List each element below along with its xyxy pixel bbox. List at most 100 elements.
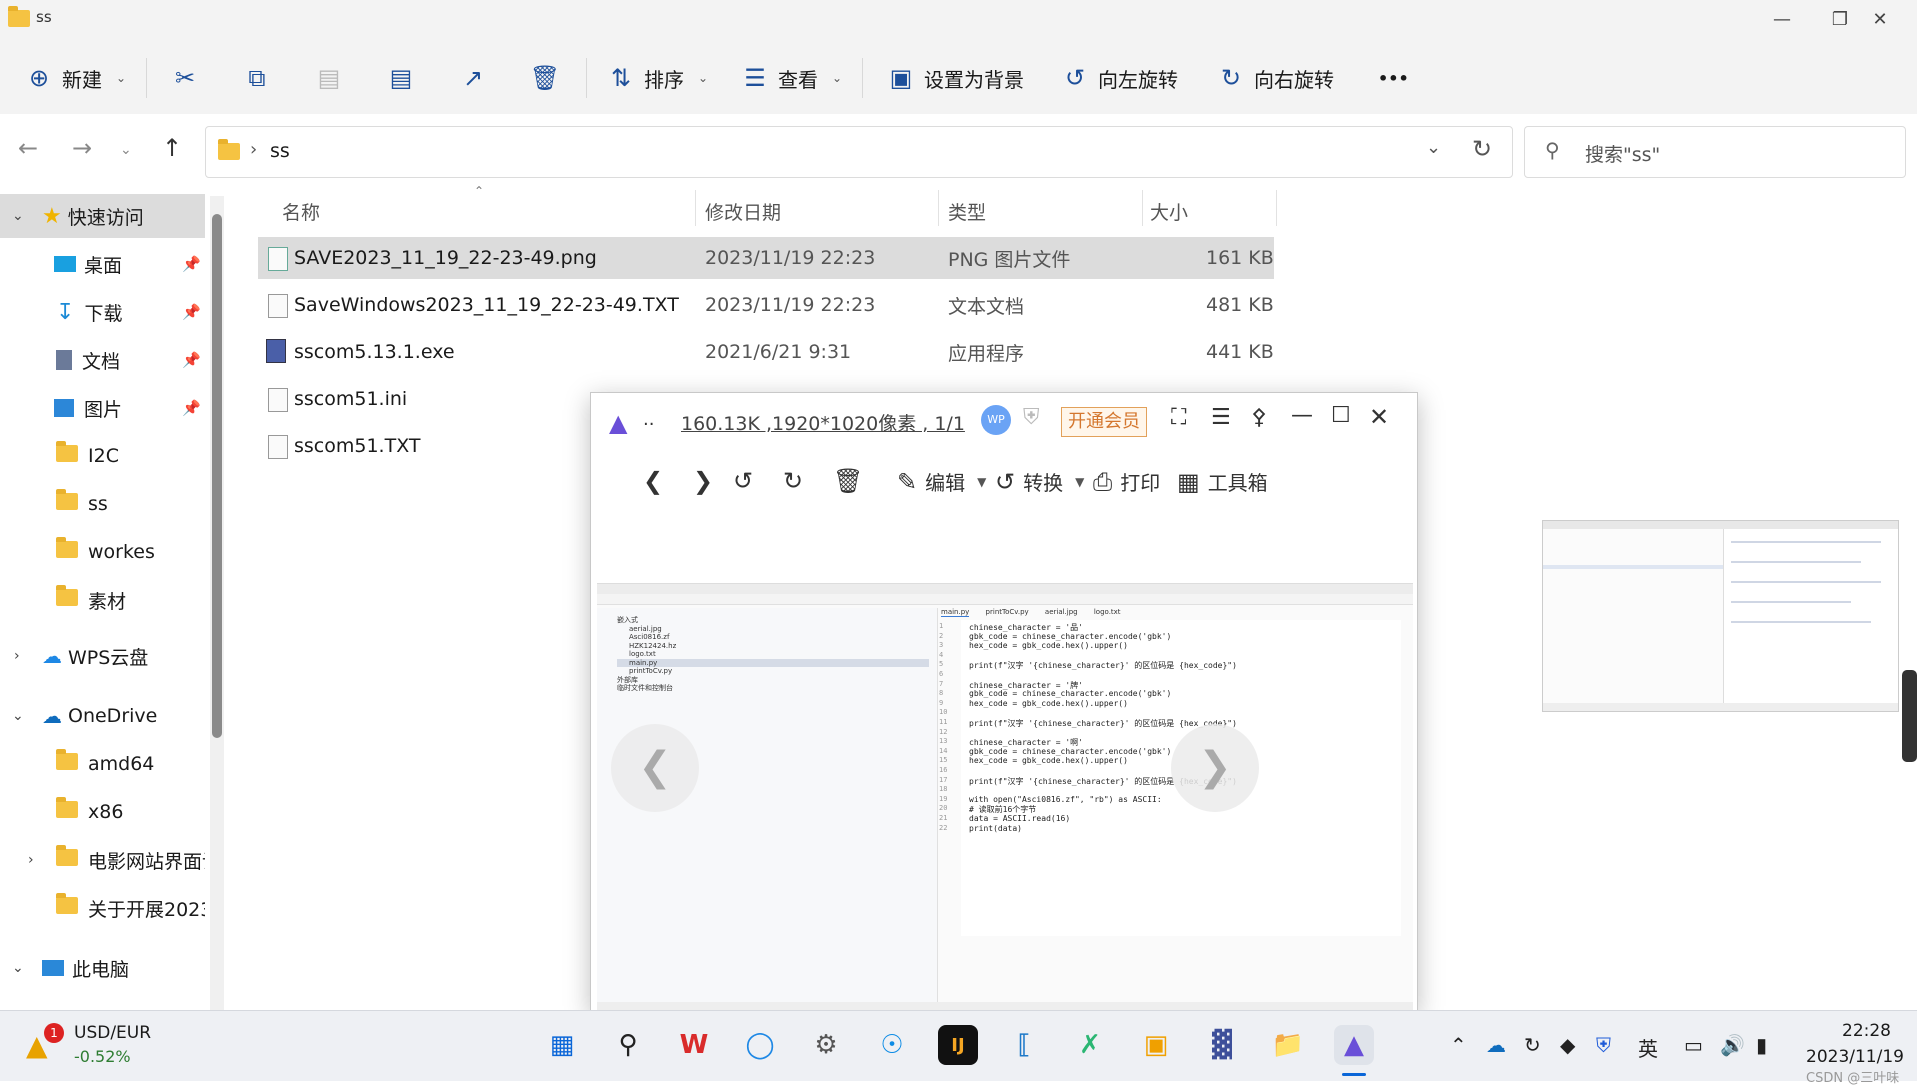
column-divider[interactable]: [695, 190, 696, 226]
column-divider[interactable]: [938, 190, 939, 226]
intellij-icon[interactable]: IJ: [938, 1025, 978, 1065]
volume-icon[interactable]: 🔊: [1720, 1033, 1745, 1057]
battery-icon[interactable]: ▮: [1756, 1033, 1767, 1057]
preview-scrollbar[interactable]: [1902, 670, 1917, 762]
menu-icon[interactable]: ☰: [1211, 405, 1231, 430]
fullscreen-icon[interactable]: ⛶: [1171, 405, 1186, 430]
image-viewer-app-icon[interactable]: ▲: [1334, 1025, 1374, 1065]
previous-button[interactable]: ❮: [643, 467, 663, 495]
print-button[interactable]: ⎙ 打印: [1093, 467, 1160, 496]
file-row[interactable]: sscom5.13.1.exe 2021/6/21 9:31 应用程序 441 …: [258, 331, 1274, 373]
new-button[interactable]: ⊕ 新建 ⌄: [26, 60, 126, 96]
minimize-button[interactable]: —: [1760, 6, 1804, 34]
nav-item-workes[interactable]: workes: [0, 530, 205, 574]
file-row[interactable]: SaveWindows2023_11_19_22-23-49.TXT 2023/…: [258, 284, 1274, 326]
minimize-button[interactable]: —: [1291, 403, 1313, 428]
cut-button[interactable]: ✂: [172, 60, 198, 96]
paste-button[interactable]: ▤: [316, 60, 342, 96]
delete-button[interactable]: 🗑: [530, 60, 560, 96]
nav-item-2023[interactable]: 关于开展2023年: [0, 886, 205, 930]
address-bar[interactable]: › ss ⌄ ↻: [205, 126, 1513, 178]
close-button[interactable]: ✕: [1858, 6, 1902, 34]
sort-button[interactable]: ⇅ 排序 ⌄: [608, 60, 708, 96]
view-button[interactable]: ☰ 查看 ⌄: [742, 60, 842, 96]
stock-name[interactable]: USD/EUR: [74, 1023, 151, 1043]
vip-button[interactable]: 开通会员: [1061, 407, 1147, 437]
vscode-icon[interactable]: ⟦: [1004, 1025, 1044, 1065]
address-dropdown-icon[interactable]: ⌄: [1426, 137, 1441, 158]
column-divider[interactable]: [1142, 190, 1143, 226]
delete-button[interactable]: 🗑: [833, 467, 863, 495]
shield-icon[interactable]: ⛨: [1023, 405, 1040, 430]
rotate-right-button[interactable]: ↻: [783, 467, 803, 495]
rename-button[interactable]: ▤: [388, 60, 414, 96]
security-shield-icon[interactable]: ⛨: [1596, 1033, 1611, 1057]
onedrive-tray-icon[interactable]: ☁: [1486, 1033, 1506, 1057]
nav-scrollbar[interactable]: [212, 214, 222, 738]
network-icon[interactable]: ▭: [1684, 1033, 1703, 1057]
maximize-button[interactable]: ❐: [1818, 6, 1862, 34]
column-name[interactable]: 名称: [282, 198, 320, 225]
avatar[interactable]: WP: [981, 405, 1011, 435]
rotate-right-button[interactable]: ↻ 向右旋转: [1218, 60, 1334, 96]
up-arrow-icon[interactable]: ↑: [162, 134, 182, 162]
qq-icon[interactable]: ◆: [1560, 1033, 1575, 1057]
column-size[interactable]: 大小: [1150, 198, 1188, 225]
pin-icon[interactable]: 📌: [182, 399, 201, 417]
nav-item-ss[interactable]: ss: [0, 482, 205, 526]
nav-item-pictures[interactable]: 图片 📌: [0, 386, 205, 430]
rotate-left-button[interactable]: ↺ 向左旋转: [1062, 60, 1178, 96]
pin-icon[interactable]: 📌: [182, 255, 201, 273]
next-button[interactable]: ❯: [693, 467, 713, 495]
pin-icon[interactable]: ⚴: [1251, 405, 1267, 430]
column-type[interactable]: 类型: [948, 198, 986, 225]
sync-icon[interactable]: ↻: [1524, 1033, 1541, 1057]
nav-wps-cloud[interactable]: › ☁ WPS云盘: [0, 634, 205, 678]
input-method-indicator[interactable]: 英: [1638, 1033, 1658, 1062]
nav-onedrive[interactable]: ⌄ ☁ OneDrive: [0, 694, 205, 738]
file-row[interactable]: SAVE2023_11_19_22-23-49.png 2023/11/19 2…: [258, 237, 1274, 279]
tool-icon[interactable]: ✗: [1070, 1025, 1110, 1065]
image-prev-button[interactable]: ❮: [611, 724, 699, 812]
close-button[interactable]: ✕: [1369, 403, 1389, 431]
qq-browser-icon[interactable]: ◯: [740, 1025, 780, 1065]
breadcrumb-ss[interactable]: ss: [270, 140, 290, 162]
pin-icon[interactable]: 📌: [182, 351, 201, 369]
nav-item-amd64[interactable]: amd64: [0, 742, 205, 786]
convert-button[interactable]: ↺ 转换 ▼: [995, 467, 1084, 496]
start-button[interactable]: ▦: [542, 1025, 582, 1065]
nav-item-desktop[interactable]: 桌面 📌: [0, 242, 205, 286]
search-icon[interactable]: ⚲: [608, 1025, 648, 1065]
nav-item-x86[interactable]: x86: [0, 790, 205, 834]
clock-date[interactable]: 2023/11/19: [1806, 1047, 1904, 1067]
column-divider[interactable]: [1276, 190, 1277, 226]
nav-item-movie-site[interactable]: › 电影网站界面设: [0, 838, 205, 882]
settings-gear-icon[interactable]: ⚙: [806, 1025, 846, 1065]
app-window-icon[interactable]: ▣: [1136, 1025, 1176, 1065]
nav-item-downloads[interactable]: ↧ 下载 📌: [0, 290, 205, 334]
wps-icon[interactable]: W: [674, 1025, 714, 1065]
pin-icon[interactable]: 📌: [182, 303, 201, 321]
edit-button[interactable]: ✎ 编辑 ▼: [897, 467, 986, 496]
maximize-button[interactable]: ☐: [1331, 403, 1351, 428]
forward-arrow-icon[interactable]: →: [72, 134, 92, 162]
edge-browser-icon[interactable]: ☉: [872, 1025, 912, 1065]
more-options-button[interactable]: •••: [1378, 60, 1409, 96]
nav-quick-access[interactable]: ⌄ ★ 快速访问: [0, 194, 205, 238]
recent-chevron-icon[interactable]: ⌄: [120, 142, 132, 158]
back-arrow-icon[interactable]: ←: [18, 134, 38, 162]
sscom-icon[interactable]: ▓: [1202, 1025, 1242, 1065]
search-input[interactable]: ⚲ 搜索"ss": [1524, 126, 1906, 178]
clock-time[interactable]: 22:28: [1842, 1021, 1891, 1041]
toolbox-button[interactable]: ▦ 工具箱: [1177, 467, 1268, 496]
show-hidden-icons-chevron-icon[interactable]: ⌃: [1450, 1033, 1467, 1057]
refresh-icon[interactable]: ↻: [1472, 135, 1492, 163]
file-explorer-icon[interactable]: 📁: [1268, 1025, 1308, 1065]
nav-item-documents[interactable]: 文档 📌: [0, 338, 205, 382]
set-background-button[interactable]: ▣ 设置为背景: [888, 60, 1024, 96]
image-next-button[interactable]: ❯: [1171, 724, 1259, 812]
column-modified[interactable]: 修改日期: [705, 198, 781, 225]
nav-item-materials[interactable]: 素材: [0, 578, 205, 622]
rotate-left-button[interactable]: ↺: [733, 467, 753, 495]
copy-button[interactable]: ⧉: [244, 60, 270, 96]
